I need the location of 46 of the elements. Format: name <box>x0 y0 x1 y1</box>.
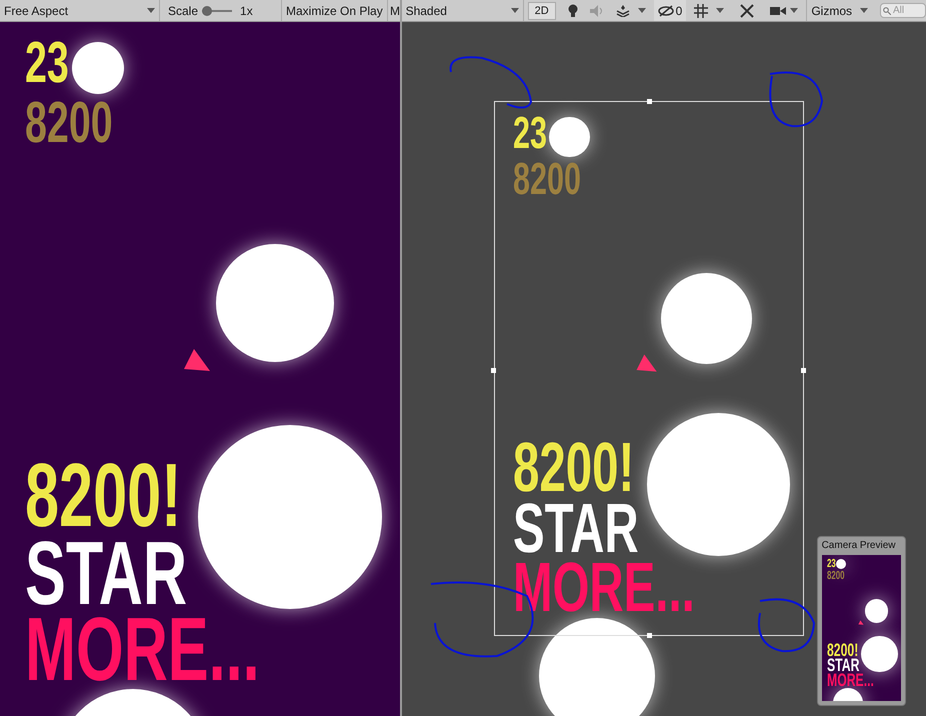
scale-slider[interactable] <box>202 6 232 16</box>
score-text: 8200! <box>25 460 182 532</box>
caret-icon <box>638 8 646 13</box>
2d-toggle[interactable]: 2D <box>528 2 556 20</box>
scale-value: 1x <box>240 2 253 20</box>
lightbulb-icon[interactable] <box>568 4 578 18</box>
camera-icon[interactable] <box>770 6 786 16</box>
triangle-icon <box>858 620 864 626</box>
shading-dropdown[interactable]: Shaded <box>402 0 524 21</box>
more-text: MORE... <box>512 560 695 616</box>
start-text: STAR <box>826 658 859 673</box>
hidden-count: 0 <box>676 2 682 20</box>
start-text: STAR <box>512 500 639 557</box>
level-number: 23 <box>512 114 547 151</box>
hidden-eye-icon[interactable] <box>658 4 674 16</box>
score-text: 8200! <box>826 642 858 657</box>
scale-label: Scale <box>168 2 198 20</box>
maximize-on-play-button[interactable]: Maximize On Play <box>282 0 388 21</box>
search-icon <box>883 7 891 15</box>
gizmos-dropdown[interactable]: Gizmos <box>806 0 856 21</box>
best-score: 8200 <box>512 161 581 198</box>
camera-preview-title: Camera Preview <box>822 539 896 553</box>
camera-frame[interactable] <box>494 101 804 636</box>
caret-icon <box>147 8 155 13</box>
slider-thumb[interactable] <box>202 6 212 16</box>
level-number: 23 <box>25 40 69 86</box>
start-text: STAR <box>25 538 188 610</box>
best-score: 8200 <box>826 570 844 580</box>
caret-icon <box>510 8 519 13</box>
score-text: 8200! <box>512 440 634 496</box>
caret-icon <box>860 8 868 13</box>
caret-icon <box>716 8 724 13</box>
frame-handle[interactable] <box>646 633 652 638</box>
aspect-dropdown[interactable]: Free Aspect <box>0 0 160 21</box>
more-text: MORE... <box>25 614 260 686</box>
search-field[interactable]: All <box>880 3 926 18</box>
best-score: 8200 <box>25 100 113 146</box>
grid-icon[interactable] <box>694 4 708 18</box>
frame-handle[interactable] <box>490 368 496 373</box>
frame-handle[interactable] <box>800 368 806 373</box>
caret-icon <box>790 8 798 13</box>
layers-icon[interactable] <box>616 4 630 16</box>
more-text: MORE... <box>826 673 874 688</box>
frame-handle[interactable] <box>646 99 652 104</box>
level-number: 23 <box>826 558 836 568</box>
toolbar-button[interactable]: M <box>388 0 400 21</box>
